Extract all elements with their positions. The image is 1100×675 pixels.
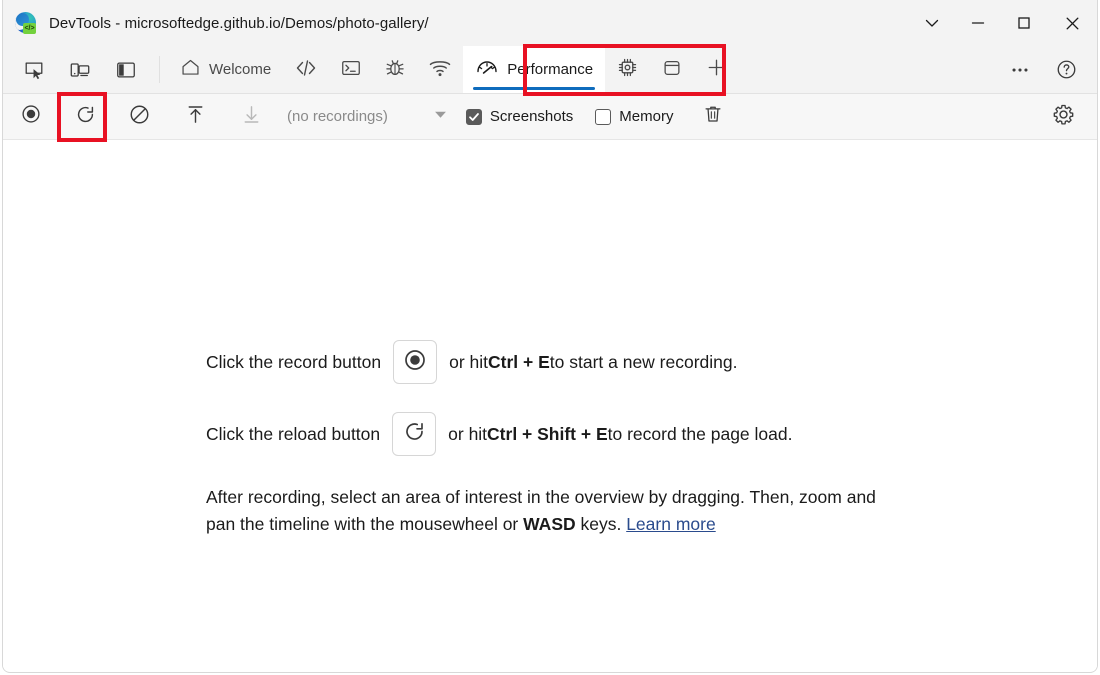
tab-console[interactable] xyxy=(329,46,373,93)
caret-down-icon xyxy=(434,108,447,126)
gear-icon xyxy=(1052,103,1075,131)
reload-circular-arrow-icon xyxy=(402,419,427,449)
landing-instructions: Click the record button or hit Ctrl + E … xyxy=(206,340,906,538)
paragraph-bold-wasd: WASD xyxy=(523,514,576,534)
chevron-down-icon[interactable] xyxy=(909,0,955,46)
speedometer-icon xyxy=(475,56,499,84)
maximize-icon[interactable] xyxy=(1001,0,1047,46)
tab-network[interactable] xyxy=(417,46,463,93)
reload-shortcut: Ctrl + Shift + E xyxy=(487,424,608,445)
tab-bar-right-tools xyxy=(978,46,1097,93)
tab-more-tools[interactable] xyxy=(694,46,739,93)
record-instruction-before: Click the record button xyxy=(206,352,381,373)
record-instruction-row: Click the record button or hit Ctrl + E … xyxy=(206,340,906,384)
bug-icon xyxy=(384,57,406,83)
home-icon xyxy=(180,57,201,82)
tab-memory[interactable] xyxy=(605,46,650,93)
window-controls xyxy=(909,0,1097,46)
memory-label: Memory xyxy=(619,108,673,125)
screenshots-label: Screenshots xyxy=(490,108,573,125)
reload-circular-arrow-icon xyxy=(74,103,97,131)
tab-welcome[interactable]: Welcome xyxy=(168,46,283,93)
reload-and-record-button[interactable] xyxy=(67,99,103,135)
performance-toolbar: (no recordings) Screenshots Memory xyxy=(3,94,1097,140)
reload-instruction-after-2: to record the page load. xyxy=(608,424,793,445)
ellipsis-icon[interactable] xyxy=(1001,51,1039,89)
tab-bar-left-tools xyxy=(3,46,149,93)
checkbox-unchecked-icon xyxy=(595,109,611,125)
performance-landing-panel: Click the record button or hit Ctrl + E … xyxy=(3,140,1097,671)
overview-instruction-paragraph: After recording, select an area of inter… xyxy=(206,484,896,538)
tab-elements[interactable] xyxy=(283,46,329,93)
paragraph-part-2: keys. xyxy=(576,514,627,534)
plus-icon xyxy=(705,56,728,83)
trash-icon xyxy=(702,103,724,130)
upload-arrow-icon xyxy=(184,103,207,131)
tab-welcome-label: Welcome xyxy=(209,61,271,78)
devtools-badge-icon: </> xyxy=(23,23,36,34)
upload-profile-button[interactable] xyxy=(177,99,213,135)
record-instruction-after-1: or hit xyxy=(449,352,488,373)
question-circle-icon[interactable] xyxy=(1047,51,1085,89)
checkbox-checked-icon xyxy=(466,109,482,125)
record-shortcut: Ctrl + E xyxy=(488,352,550,373)
record-button[interactable] xyxy=(13,99,49,135)
delete-recording-button[interactable] xyxy=(695,99,731,135)
database-icon xyxy=(661,57,683,83)
terminal-icon xyxy=(340,57,362,83)
inline-reload-button[interactable] xyxy=(392,412,436,456)
screenshots-checkbox[interactable]: Screenshots xyxy=(466,108,573,125)
reload-instruction-after-1: or hit xyxy=(448,424,487,445)
download-profile-button[interactable] xyxy=(233,99,269,135)
memory-checkbox[interactable]: Memory xyxy=(595,108,673,125)
reload-instruction-row: Click the reload button or hit Ctrl + Sh… xyxy=(206,412,906,456)
record-circle-icon xyxy=(403,348,427,377)
tab-sources[interactable] xyxy=(373,46,417,93)
recordings-label: (no recordings) xyxy=(287,108,388,125)
recordings-dropdown-caret[interactable] xyxy=(428,99,454,135)
learn-more-link[interactable]: Learn more xyxy=(626,514,716,534)
record-instruction-after-2: to start a new recording. xyxy=(550,352,738,373)
title-bar: </> DevTools - microsoftedge.github.io/D… xyxy=(3,0,1097,46)
inline-record-button[interactable] xyxy=(393,340,437,384)
no-entry-circle-slash-icon xyxy=(128,103,151,131)
minimize-icon[interactable] xyxy=(955,0,1001,46)
dock-side-icon[interactable] xyxy=(107,51,145,89)
edge-devtools-icon: </> xyxy=(15,12,37,34)
clear-button[interactable] xyxy=(121,99,157,135)
wifi-icon xyxy=(428,56,452,84)
chip-icon xyxy=(616,56,639,83)
capture-settings-button[interactable] xyxy=(1043,97,1083,137)
inspect-cursor-icon[interactable] xyxy=(15,51,53,89)
device-emulation-icon[interactable] xyxy=(61,51,99,89)
tab-list: Welcome xyxy=(168,46,978,93)
download-arrow-icon xyxy=(240,103,263,131)
tab-bar-divider xyxy=(159,56,160,83)
window-title: DevTools - microsoftedge.github.io/Demos… xyxy=(49,15,429,32)
reload-instruction-before: Click the reload button xyxy=(206,424,380,445)
close-icon[interactable] xyxy=(1047,0,1097,46)
tab-performance[interactable]: Performance xyxy=(463,46,605,93)
tab-performance-underline xyxy=(473,87,595,90)
devtools-window: </> DevTools - microsoftedge.github.io/D… xyxy=(2,0,1098,673)
tab-performance-label: Performance xyxy=(507,61,593,78)
record-circle-icon xyxy=(20,103,42,130)
code-brackets-icon xyxy=(294,56,318,84)
devtools-tab-bar: Welcome xyxy=(3,46,1097,94)
tab-application[interactable] xyxy=(650,46,694,93)
